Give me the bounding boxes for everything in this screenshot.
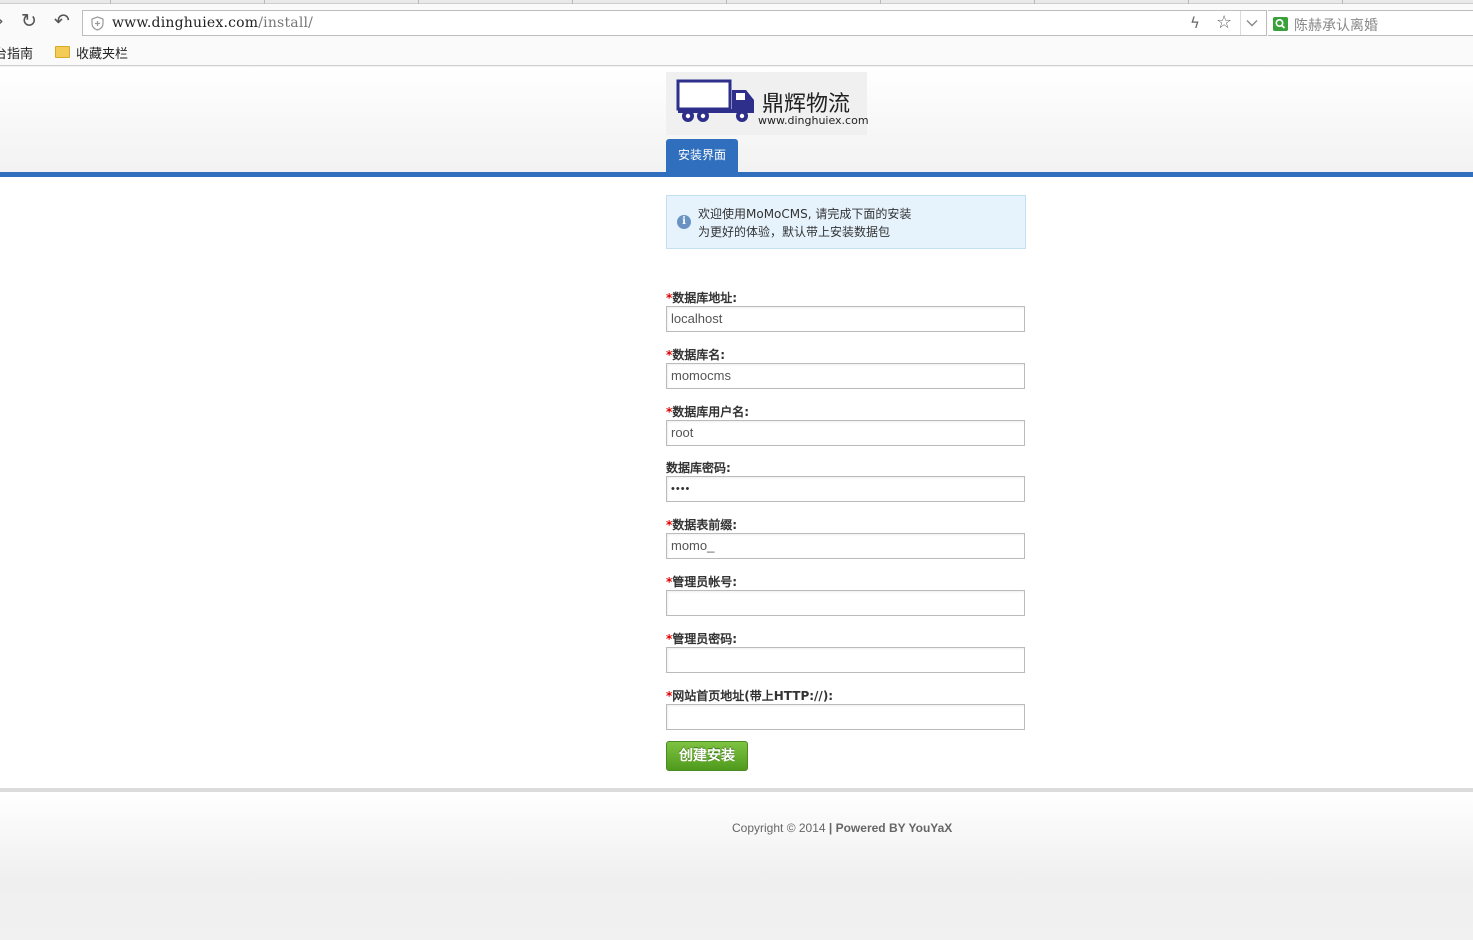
label-db-host: *数据库地址:	[666, 289, 737, 306]
brand-url: www.dinghuiex.com	[758, 114, 869, 127]
bookmark-item[interactable]: 台指南	[0, 43, 33, 62]
nav-underline	[0, 172, 1473, 177]
copyright-text: Copyright © 2014	[732, 821, 826, 835]
db-user-input[interactable]: root	[666, 420, 1025, 446]
label-text: 数据表前缀:	[672, 518, 738, 532]
label-admin-account: *管理员帐号:	[666, 573, 737, 590]
label-table-prefix: *数据表前缀:	[666, 516, 737, 533]
db-host-input[interactable]: localhost	[666, 306, 1025, 332]
powered-by-link[interactable]: | Powered BY YouYaX	[829, 821, 952, 835]
address-bar[interactable]: www.dinghuiex.com/install/ ϟ ☆	[82, 10, 1267, 36]
label-db-password: 数据库密码:	[666, 459, 731, 476]
info-line-1: 欢迎使用MoMoCMS, 请完成下面的安装	[698, 207, 912, 221]
page: 鼎辉物流 www.dinghuiex.com 安装界面 i 欢迎使用MoMoCM…	[0, 67, 1473, 940]
info-box: i 欢迎使用MoMoCMS, 请完成下面的安装 为更好的体验，默认带上安装数据包	[666, 195, 1026, 249]
label-text: 管理员帐号:	[672, 575, 738, 589]
nav-tab-install[interactable]: 安装界面	[666, 139, 738, 172]
search-box[interactable]: 陈赫承认离婚	[1268, 10, 1473, 36]
label-db-user: *数据库用户名:	[666, 403, 749, 420]
star-icon[interactable]: ☆	[1216, 12, 1232, 33]
search-icon	[1273, 17, 1288, 31]
search-text: 陈赫承认离婚	[1294, 18, 1378, 34]
table-prefix-input[interactable]: momo_	[666, 533, 1025, 559]
lightning-icon[interactable]: ϟ	[1190, 14, 1200, 32]
site-url-input[interactable]	[666, 704, 1025, 730]
admin-account-input[interactable]	[666, 590, 1025, 616]
bookmarks-bar: 台指南 收藏夹栏	[0, 38, 1473, 66]
admin-password-input[interactable]	[666, 647, 1025, 673]
url-host: www.dinghuiex.com	[112, 15, 259, 31]
db-name-input[interactable]: momocms	[666, 363, 1025, 389]
footer-text: Copyright © 2014 | Powered BY YouYaX	[732, 821, 952, 835]
logo[interactable]: 鼎辉物流 www.dinghuiex.com	[666, 72, 869, 135]
label-db-name: *数据库名:	[666, 346, 725, 363]
browser-toolbar: › ↻ ↶ www.dinghuiex.com/install/ ϟ ☆ 陈赫承…	[0, 4, 1473, 38]
truck-icon	[676, 79, 754, 122]
site-header: 鼎辉物流 www.dinghuiex.com 安装界面	[0, 67, 1473, 172]
label-text: 数据库密码:	[666, 461, 731, 475]
label-admin-password: *管理员密码:	[666, 630, 737, 647]
label-site-url: *网站首页地址(带上HTTP://):	[666, 687, 833, 704]
db-password-input[interactable]: ••••	[666, 476, 1025, 502]
reload-icon[interactable]: ↻	[19, 11, 39, 31]
label-text: 网站首页地址(带上HTTP://):	[672, 689, 834, 703]
chevron-down-icon[interactable]	[1246, 17, 1258, 29]
forward-icon[interactable]: ›	[0, 11, 10, 31]
address-url: www.dinghuiex.com/install/	[112, 15, 313, 31]
url-path: /install/	[258, 15, 314, 31]
bookmark-folder[interactable]: 收藏夹栏	[76, 43, 128, 62]
label-text: 管理员密码:	[672, 632, 738, 646]
site-footer: Copyright © 2014 | Powered BY YouYaX	[0, 788, 1473, 940]
folder-icon	[55, 46, 70, 58]
shield-icon	[91, 16, 104, 31]
divider	[1240, 11, 1241, 35]
label-text: 数据库地址:	[672, 291, 738, 305]
undo-icon[interactable]: ↶	[52, 11, 72, 31]
create-install-button[interactable]: 创建安装	[666, 741, 748, 771]
label-text: 数据库名:	[672, 348, 726, 362]
info-icon: i	[677, 215, 691, 229]
info-line-2: 为更好的体验，默认带上安装数据包	[698, 225, 891, 239]
label-text: 数据库用户名:	[672, 405, 750, 419]
